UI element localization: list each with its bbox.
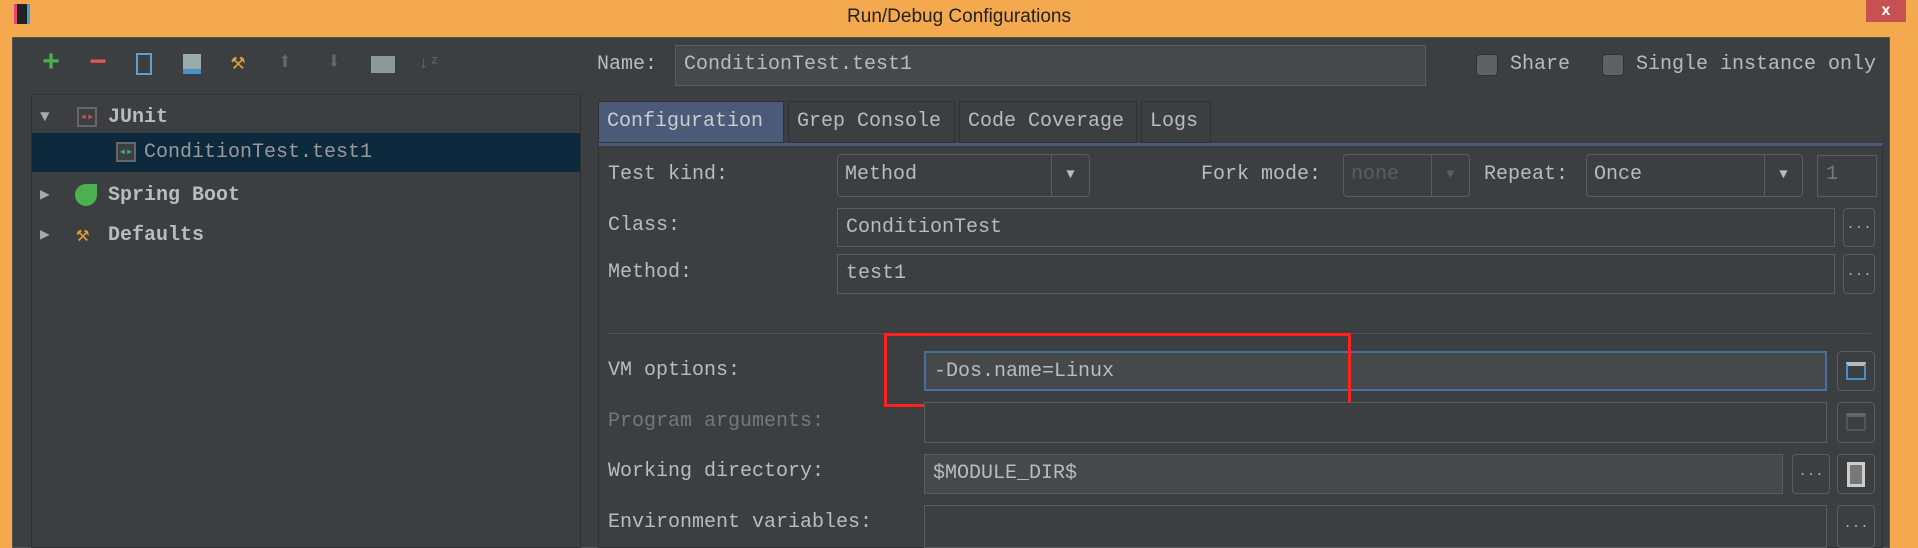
tab-logs[interactable]: Logs xyxy=(1141,101,1211,143)
tree-item-label: Defaults xyxy=(108,224,205,247)
chevron-down-icon: ▼ xyxy=(1051,155,1089,196)
program-args-expand-button[interactable] xyxy=(1837,402,1875,443)
tree-item-condition-test[interactable]: ◂▸ ConditionTest.test1 xyxy=(32,133,580,172)
macro-button[interactable] xyxy=(1837,454,1875,494)
tree-item-junit[interactable]: ▼ ◂▸ JUnit xyxy=(32,98,580,137)
program-arguments-label: Program arguments: xyxy=(608,410,825,433)
junit-icon: ◂▸ xyxy=(77,107,97,127)
wrench-icon[interactable]: ⚒ xyxy=(224,50,252,78)
name-label: Name: xyxy=(597,53,658,76)
tab-configuration[interactable]: Configuration xyxy=(598,101,784,143)
highlight-box xyxy=(884,333,1351,407)
share-label: Share xyxy=(1510,53,1571,76)
expand-icon xyxy=(1846,413,1866,431)
vm-expand-button[interactable] xyxy=(1837,351,1875,391)
test-kind-value: Method xyxy=(845,163,918,186)
tree-item-label: ConditionTest.test1 xyxy=(144,141,373,164)
single-instance-label: Single instance only xyxy=(1636,53,1877,76)
method-browse-button[interactable]: ... xyxy=(1843,254,1875,294)
save-icon[interactable] xyxy=(178,50,206,78)
tree-item-label: Spring Boot xyxy=(108,184,241,207)
tab-code-coverage[interactable]: Code Coverage xyxy=(959,101,1137,143)
copy-icon[interactable] xyxy=(130,50,158,78)
expand-icon xyxy=(1846,362,1866,380)
fork-mode-label: Fork mode: xyxy=(1201,163,1322,186)
method-label: Method: xyxy=(608,261,693,284)
share-checkbox[interactable] xyxy=(1476,54,1498,76)
document-icon xyxy=(1847,462,1865,487)
folder-icon[interactable] xyxy=(369,50,397,78)
fork-mode-value: none xyxy=(1351,163,1400,186)
junit-test-icon: ◂▸ xyxy=(116,142,136,162)
working-directory-input[interactable]: $MODULE_DIR$ xyxy=(924,454,1783,494)
repeat-value: Once xyxy=(1594,163,1643,186)
tree-item-spring-boot[interactable]: ▶ Spring Boot xyxy=(32,176,580,215)
class-label: Class: xyxy=(608,214,681,237)
collapse-arrow-icon[interactable]: ▶ xyxy=(40,216,50,255)
move-down-icon[interactable]: ⬇ xyxy=(320,50,348,78)
spring-boot-icon xyxy=(75,184,97,206)
close-button[interactable]: x xyxy=(1866,0,1906,22)
fork-mode-combo[interactable]: none ▼ xyxy=(1343,154,1470,197)
chevron-down-icon: ▼ xyxy=(1764,155,1802,196)
expand-arrow-icon[interactable]: ▼ xyxy=(40,98,50,137)
class-browse-button[interactable]: ... xyxy=(1843,208,1875,247)
working-directory-browse-button[interactable]: ... xyxy=(1792,454,1830,494)
test-kind-combo[interactable]: Method ▼ xyxy=(837,154,1090,197)
remove-icon[interactable]: − xyxy=(84,49,112,79)
environment-variables-browse-button[interactable]: ... xyxy=(1837,505,1875,548)
tree-item-label: JUnit xyxy=(108,106,169,129)
name-input[interactable]: ConditionTest.test1 xyxy=(675,45,1426,86)
repeat-combo[interactable]: Once ▼ xyxy=(1586,154,1803,197)
configuration-tree[interactable]: ▼ ◂▸ JUnit ◂▸ ConditionTest.test1 ▶ Spri… xyxy=(31,94,581,548)
repeat-count-input[interactable]: 1 xyxy=(1817,155,1877,197)
collapse-arrow-icon[interactable]: ▶ xyxy=(40,176,50,215)
vm-options-label: VM options: xyxy=(608,359,741,382)
add-icon[interactable]: + xyxy=(37,49,65,79)
single-instance-checkbox[interactable] xyxy=(1602,54,1624,76)
environment-variables-label: Environment variables: xyxy=(608,511,873,534)
repeat-label: Repeat: xyxy=(1484,163,1569,186)
working-directory-label: Working directory: xyxy=(608,460,825,483)
environment-variables-input[interactable] xyxy=(924,505,1827,548)
move-up-icon[interactable]: ⬆ xyxy=(271,50,299,78)
method-input[interactable]: test1 xyxy=(837,254,1835,294)
program-arguments-input[interactable] xyxy=(924,402,1827,443)
tab-grep-console[interactable]: Grep Console xyxy=(788,101,955,143)
class-input[interactable]: ConditionTest xyxy=(837,208,1835,247)
test-kind-label: Test kind: xyxy=(608,163,729,186)
wrench-icon: ⚒ xyxy=(76,223,90,248)
sort-icon[interactable]: ↓ᶻ xyxy=(415,50,443,78)
tree-item-defaults[interactable]: ▶ ⚒ Defaults xyxy=(32,216,580,255)
window-title: Run/Debug Configurations xyxy=(847,6,1071,27)
chevron-down-icon: ▼ xyxy=(1431,155,1469,196)
